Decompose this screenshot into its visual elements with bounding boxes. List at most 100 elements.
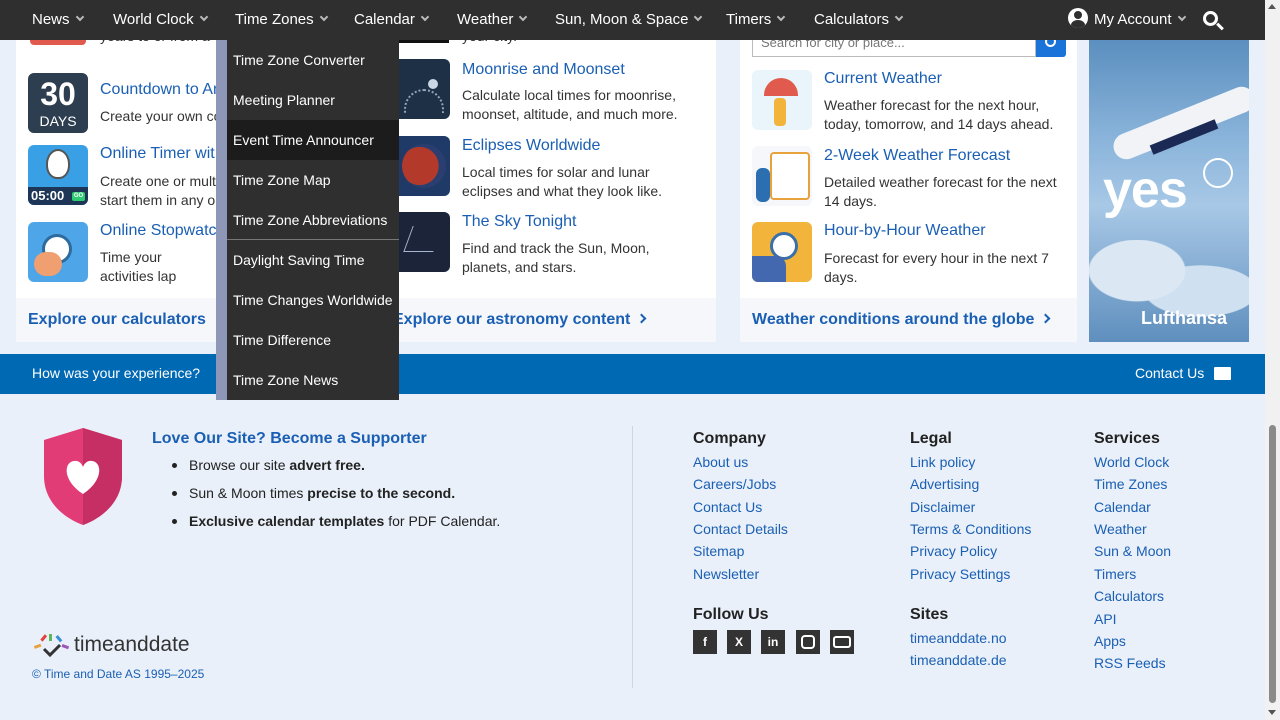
nav-calculators[interactable]: Calculators: [814, 0, 904, 40]
bullet-text: for PDF Calendar.: [384, 513, 501, 529]
menu-item-time-zone-map[interactable]: Time Zone Map: [227, 160, 399, 200]
menu-item-daylight-saving-time[interactable]: Daylight Saving Time: [227, 240, 399, 280]
stopwatch-thumb[interactable]: [28, 222, 88, 282]
footer-link-sun-moon[interactable]: Sun & Moon: [1094, 543, 1171, 559]
menu-item-time-zone-news[interactable]: Time Zone News: [227, 360, 399, 400]
nav-label: Weather: [457, 11, 514, 28]
footer-link-terms[interactable]: Terms & Conditions: [910, 521, 1031, 537]
explore-calculators-link[interactable]: Explore our calculators: [28, 311, 206, 329]
explore-astronomy-label: Explore our astronomy content: [393, 311, 631, 328]
eclipses-title[interactable]: Eclipses Worldwide: [462, 137, 600, 155]
two-week-forecast-thumb[interactable]: [752, 146, 812, 206]
follow-heading: Follow Us: [693, 606, 769, 623]
timer-thumb[interactable]: 05:00 GO: [28, 145, 88, 205]
footer-link-calendar[interactable]: Calendar: [1094, 499, 1151, 515]
timer-thumb-go: GO: [72, 192, 85, 201]
menu-item-time-changes-worldwide[interactable]: Time Changes Worldwide: [227, 280, 399, 320]
online-timer-desc: Create one or mult start them in any o: [100, 173, 216, 208]
countdown-desc: Create your own co: [100, 108, 216, 124]
nav-weather[interactable]: Weather: [457, 0, 528, 40]
instagram-icon[interactable]: [796, 630, 820, 654]
footer-link-world-clock[interactable]: World Clock: [1094, 454, 1169, 470]
contact-us-link[interactable]: Contact Us: [1135, 365, 1232, 381]
menu-item-time-difference[interactable]: Time Difference: [227, 320, 399, 360]
footer-link-contact[interactable]: Contact Us: [693, 499, 762, 515]
account-icon: [1068, 8, 1088, 29]
feedback-question[interactable]: How was your experience?: [32, 365, 200, 381]
chevron-right-icon: [636, 313, 647, 324]
eclipses-thumb[interactable]: [390, 136, 450, 196]
footer-link-newsletter[interactable]: Newsletter: [693, 566, 759, 582]
person-shape: [756, 168, 770, 202]
footer-link-api[interactable]: API: [1094, 611, 1117, 627]
nav-time-zones[interactable]: Time Zones: [235, 0, 328, 40]
footer-link-careers[interactable]: Careers/Jobs: [693, 476, 776, 492]
footer-link-calculators[interactable]: Calculators: [1094, 588, 1164, 604]
moonrise-desc: Calculate local times for moonrise, moon…: [462, 87, 678, 122]
footer-link-site-de[interactable]: timeanddate.de: [910, 652, 1007, 668]
footer-link-privacy-settings[interactable]: Privacy Settings: [910, 566, 1010, 582]
explore-weather-label: Weather conditions around the globe: [752, 311, 1035, 328]
online-timer-title[interactable]: Online Timer wit: [100, 145, 215, 163]
footer-link-link-policy[interactable]: Link policy: [910, 454, 975, 470]
moonrise-title[interactable]: Moonrise and Moonset: [462, 61, 625, 79]
online-stopwatch-title[interactable]: Online Stopwatc: [100, 222, 217, 240]
footer-link-timers[interactable]: Timers: [1094, 566, 1136, 582]
hand-shape: [34, 252, 62, 276]
chevron-down-icon: [519, 12, 528, 22]
menu-item-event-time-announcer[interactable]: Event Time Announcer: [227, 120, 399, 160]
footer-link-contact-details[interactable]: Contact Details: [693, 521, 788, 537]
lufthansa-ad[interactable]: yes Lufthansa: [1089, 40, 1249, 342]
footer-link-weather[interactable]: Weather: [1094, 521, 1147, 537]
scrollbar-thumb[interactable]: [1269, 425, 1276, 703]
moonrise-thumb[interactable]: [390, 59, 450, 119]
explore-astronomy-link[interactable]: Explore our astronomy content: [393, 311, 647, 329]
sky-tonight-title[interactable]: The Sky Tonight: [462, 213, 576, 231]
footer-link-advertising[interactable]: Advertising: [910, 476, 979, 492]
hour-by-hour-title[interactable]: Hour-by-Hour Weather: [824, 222, 986, 240]
supporter-bullet: Browse our site advert free.: [172, 457, 365, 473]
countdown-title[interactable]: Countdown to An: [100, 81, 222, 99]
copyright: © Time and Date AS 1995–2025: [32, 667, 205, 681]
footer-link-disclaimer[interactable]: Disclaimer: [910, 499, 975, 515]
current-weather-thumb[interactable]: [752, 70, 812, 130]
sky-tonight-thumb[interactable]: [390, 212, 450, 272]
nav-search-button[interactable]: [1202, 10, 1224, 32]
nav-sun-moon-space[interactable]: Sun, Moon & Space: [555, 0, 703, 40]
chevron-down-icon: [777, 12, 786, 22]
footer-link-site-no[interactable]: timeanddate.no: [910, 630, 1007, 646]
footer-link-sitemap[interactable]: Sitemap: [693, 543, 744, 559]
nav-my-account[interactable]: My Account: [1068, 0, 1186, 40]
chevron-down-icon: [694, 12, 703, 22]
x-icon[interactable]: X: [727, 630, 751, 654]
scroll-up-arrow[interactable]: [1268, 4, 1276, 9]
facebook-icon[interactable]: f: [693, 630, 717, 654]
chevron-down-icon: [319, 12, 328, 22]
nav-news[interactable]: News: [32, 0, 84, 40]
menu-item-meeting-planner[interactable]: Meeting Planner: [227, 80, 399, 120]
footer-link-apps[interactable]: Apps: [1094, 633, 1126, 649]
footer-link-about[interactable]: About us: [693, 454, 748, 470]
current-weather-title[interactable]: Current Weather: [824, 70, 942, 88]
nav-timers[interactable]: Timers: [726, 0, 786, 40]
footer-link-privacy-policy[interactable]: Privacy Policy: [910, 543, 997, 559]
explore-weather-link[interactable]: Weather conditions around the globe: [752, 311, 1051, 329]
scroll-down-arrow[interactable]: [1268, 710, 1276, 715]
nav-world-clock[interactable]: World Clock: [113, 0, 208, 40]
menu-item-time-zone-converter[interactable]: Time Zone Converter: [227, 40, 399, 80]
nav-calendar[interactable]: Calendar: [354, 0, 430, 40]
logo-mark-icon: [33, 634, 70, 658]
footer-link-time-zones[interactable]: Time Zones: [1094, 476, 1167, 492]
menu-item-time-zone-abbreviations[interactable]: Time Zone Abbreviations: [227, 200, 399, 240]
supporter-title[interactable]: Love Our Site? Become a Supporter: [152, 430, 427, 448]
two-week-forecast-title[interactable]: 2-Week Weather Forecast: [824, 147, 1010, 165]
youtube-icon[interactable]: [830, 630, 854, 654]
footer-link-rss[interactable]: RSS Feeds: [1094, 655, 1166, 671]
hour-by-hour-thumb[interactable]: [752, 222, 812, 282]
bullet-text: Browse our site: [189, 457, 290, 473]
bullet-bold: precise to the second.: [307, 485, 456, 501]
linkedin-icon[interactable]: in: [761, 630, 785, 654]
moon-dot: [428, 79, 438, 89]
countdown-thumb[interactable]: 30 DAYS: [28, 73, 88, 133]
feedback-bar: How was your experience? Contact Us: [0, 354, 1265, 394]
